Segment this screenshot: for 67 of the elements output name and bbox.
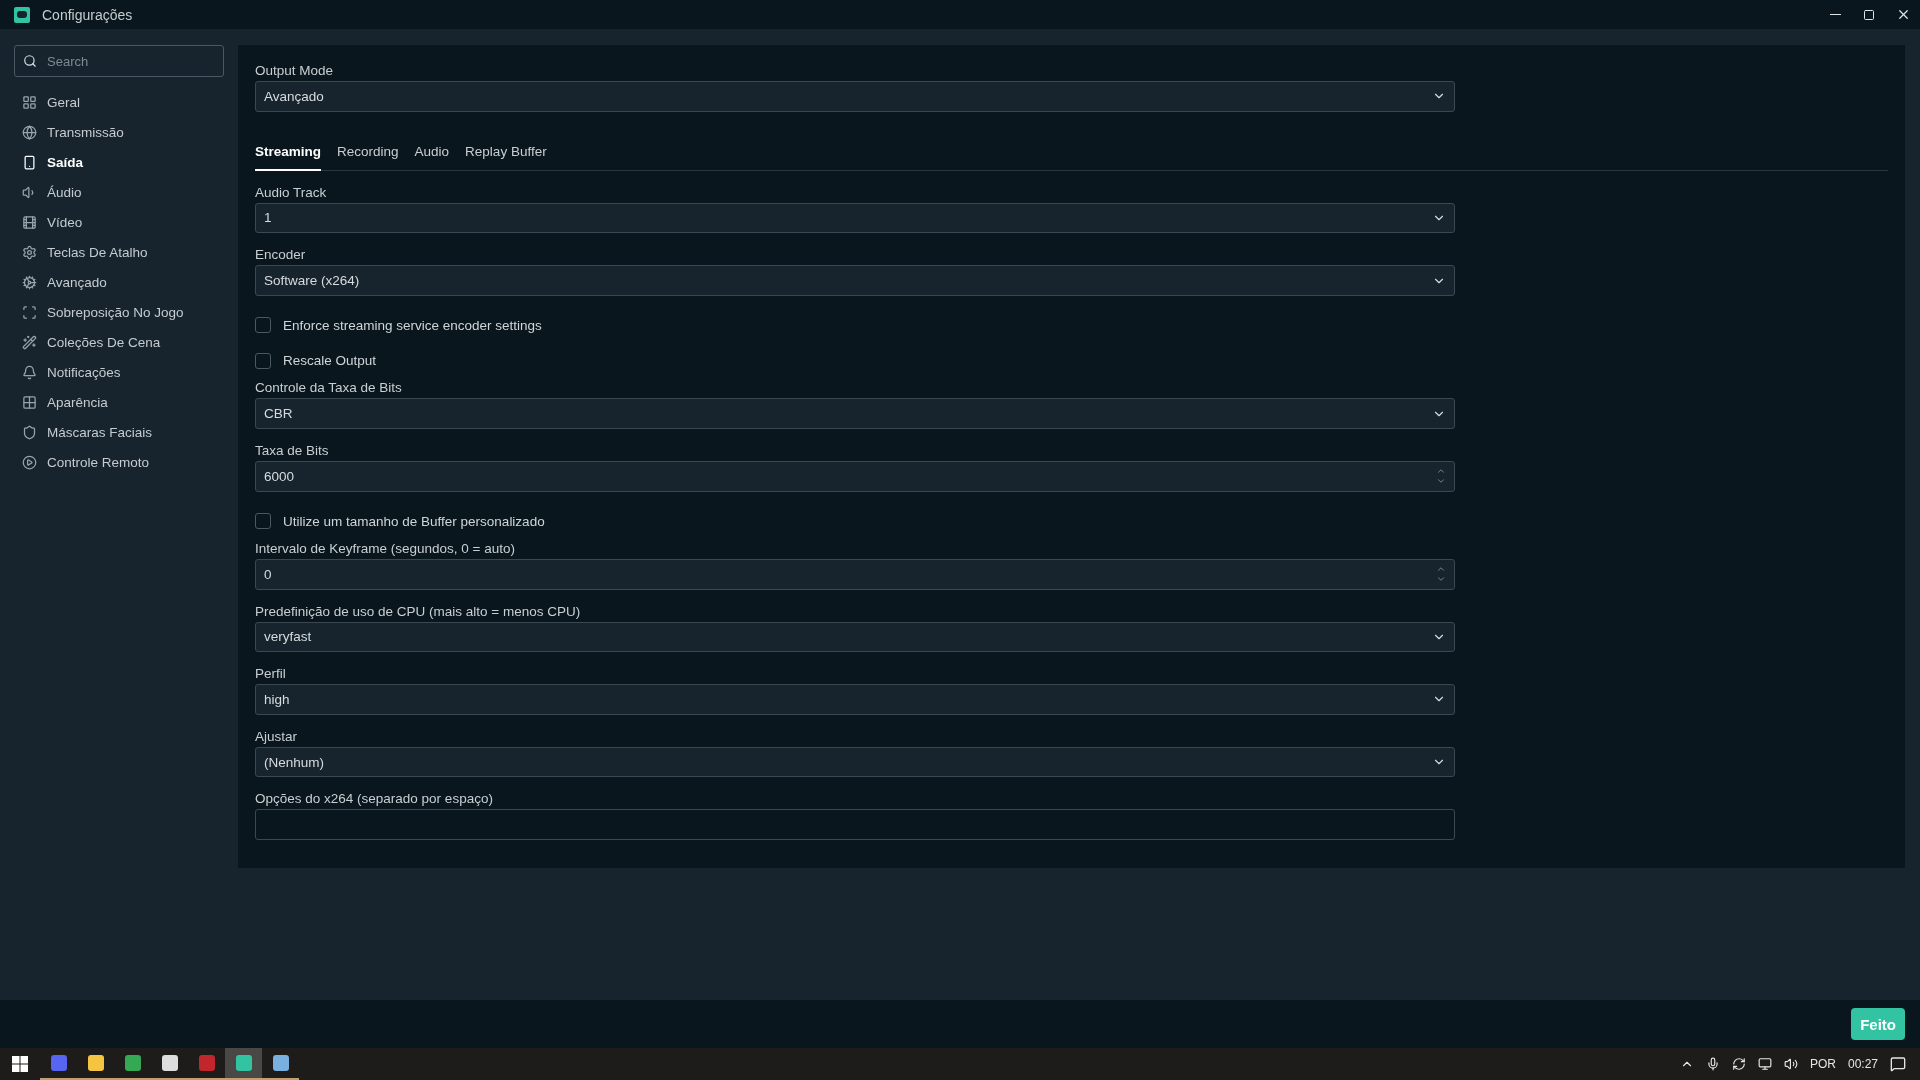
language-indicator[interactable]: POR — [1809, 1057, 1836, 1071]
sidebar-item[interactable]: Aparência — [14, 387, 224, 417]
sidebar-item[interactable]: Máscaras Faciais — [14, 417, 224, 447]
clock[interactable]: 00:27 — [1847, 1057, 1878, 1071]
app-logo-icon — [14, 6, 30, 23]
field-label: Audio Track — [255, 183, 328, 202]
dropdown[interactable]: 1 — [255, 202, 1455, 234]
field-label: Controle da Taxa de Bits — [255, 379, 403, 398]
sidebar-item[interactable]: Áudio — [14, 177, 224, 207]
checkbox-label: Enforce streaming service encoder settings — [283, 317, 542, 333]
field-label: Output Mode — [255, 62, 335, 80]
number-field[interactable]: 0 — [255, 558, 1455, 590]
maximize-icon — [1863, 8, 1875, 21]
dropdown[interactable]: Software (x264) — [255, 265, 1455, 296]
dropdown[interactable]: veryfast — [255, 621, 1455, 653]
sidebar-item[interactable]: Notificações — [14, 357, 224, 387]
sidebar-item[interactable]: Teclas De Atalho — [14, 237, 224, 267]
field-label: Encoder — [255, 246, 307, 265]
play-icon — [22, 454, 37, 470]
search-icon — [23, 54, 37, 68]
checkbox[interactable] — [255, 317, 271, 334]
grid-icon — [22, 394, 37, 410]
dropdown[interactable]: high — [255, 684, 1455, 715]
tab[interactable]: Streaming — [255, 137, 322, 171]
sync-icon[interactable] — [1731, 1057, 1746, 1071]
film-icon — [22, 214, 37, 230]
wand-icon — [22, 334, 37, 350]
field-label: Opções do x264 (separado por espaço) — [255, 790, 494, 809]
dropdown[interactable]: (Nenhum) — [255, 746, 1455, 778]
sidebar-item[interactable]: Vídeo — [14, 207, 224, 237]
minimize-icon — [1829, 14, 1841, 15]
sidebar-item[interactable]: Avançado — [14, 267, 224, 297]
checkbox[interactable] — [255, 352, 271, 369]
frame-icon — [22, 304, 37, 320]
checkbox[interactable] — [255, 513, 271, 530]
field-label: Ajustar — [255, 727, 299, 746]
checkbox-label: Rescale Output — [283, 353, 377, 369]
grid-icon — [22, 94, 37, 110]
sidebar-item[interactable]: Controle Remoto — [14, 447, 224, 477]
field-label: Taxa de Bits — [255, 442, 330, 461]
sidebar-item[interactable]: Sobreposição No Jogo — [14, 297, 224, 327]
field-label: Perfil — [255, 665, 287, 684]
sidebar-item[interactable]: Geral — [14, 87, 224, 117]
sidebar-item[interactable]: Coleções De Cena — [14, 327, 224, 357]
field-label: Intervalo de Keyframe (segundos, 0 = auto) — [255, 539, 517, 558]
dropdown[interactable]: Avançado — [255, 81, 1455, 112]
sidebar-item[interactable]: Transmissão — [14, 117, 224, 147]
gear-icon — [22, 244, 37, 260]
bell-icon — [22, 364, 37, 380]
dropdown[interactable]: CBR — [255, 398, 1455, 430]
speaker-icon[interactable] — [1783, 1057, 1798, 1071]
field-label: Predefinição de uso de CPU (mais alto = menos CPU) — [255, 602, 582, 621]
microphone-icon[interactable] — [1705, 1057, 1720, 1071]
tab[interactable]: Recording — [337, 137, 399, 171]
sidebar-item[interactable]: Saída — [14, 147, 224, 177]
number-field[interactable]: 6000 — [255, 461, 1455, 492]
notifications-icon[interactable] — [1890, 1056, 1906, 1072]
window-title: Configurações — [42, 6, 133, 23]
checkbox-label: Utilize um tamanho de Buffer personalizado — [283, 513, 545, 529]
tab[interactable]: Audio — [414, 137, 450, 171]
gears-icon — [22, 274, 37, 290]
globe-icon — [22, 124, 37, 140]
input-field[interactable] — [255, 809, 1455, 840]
shield-icon — [22, 424, 37, 440]
search-field[interactable]: Search — [14, 45, 224, 77]
windows-logo-icon — [12, 1056, 28, 1072]
tab[interactable]: Replay Buffer — [465, 137, 547, 171]
